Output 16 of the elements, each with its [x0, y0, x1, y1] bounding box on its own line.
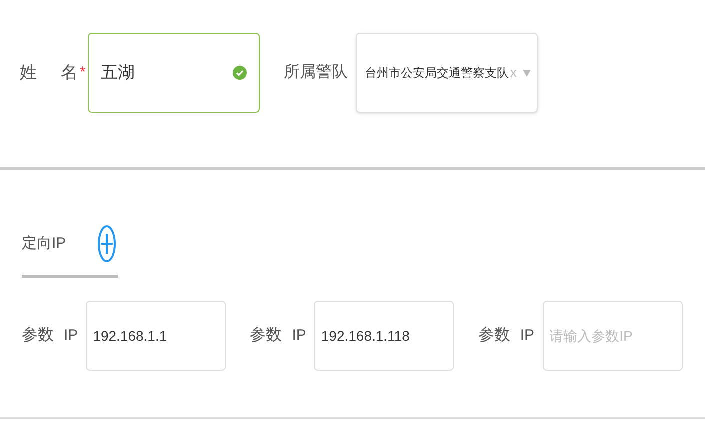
ip-label: IP: [292, 326, 306, 346]
param-label: 参数: [22, 326, 54, 346]
param-label: 参数: [250, 326, 282, 346]
ip-input[interactable]: 192.168.1.1: [86, 301, 226, 371]
param-label: 参数: [478, 326, 510, 346]
field-label: 名: [61, 62, 78, 84]
ip-input[interactable]: 192.168.1.118: [314, 301, 454, 371]
name-input[interactable]: 五湖: [88, 33, 260, 113]
ip-label: IP: [64, 326, 78, 346]
section-title: 定向IP: [22, 234, 66, 254]
ip-label: IP: [520, 326, 535, 346]
ip-input[interactable]: 请输入参数IP: [542, 301, 683, 371]
team-select[interactable]: 台州市公安局交通警察支队x: [356, 33, 538, 113]
required-mark: *: [80, 62, 86, 83]
field-label: 所属警队: [284, 63, 348, 83]
field-label: 姓: [20, 62, 37, 84]
